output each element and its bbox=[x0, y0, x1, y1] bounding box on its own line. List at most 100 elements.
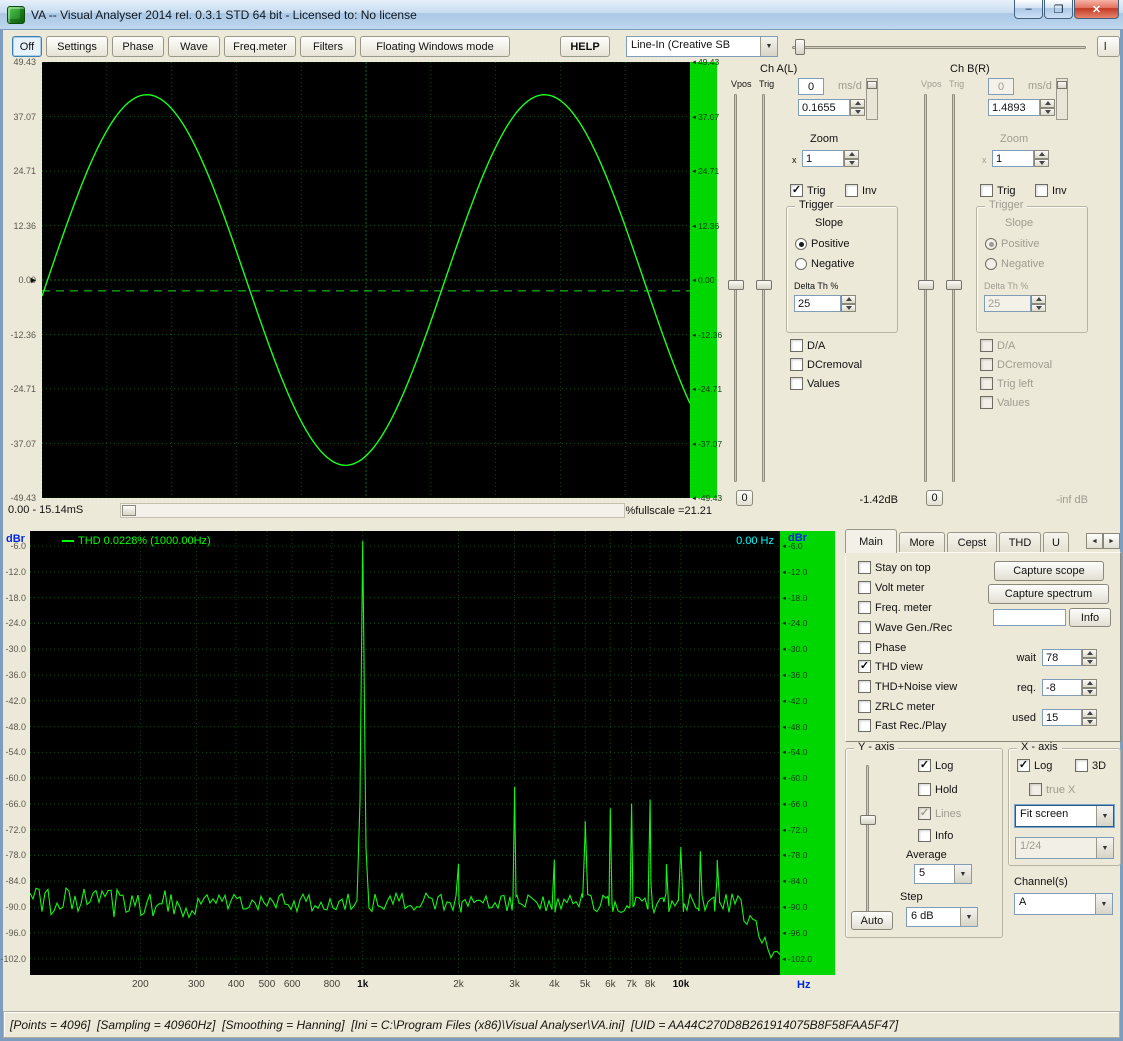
stay-on-top-checkbox[interactable]: Stay on top bbox=[858, 561, 931, 574]
channel-a-zoom-spinner[interactable] bbox=[844, 150, 859, 167]
partial-toolbar-button[interactable]: l bbox=[1097, 36, 1120, 57]
y-log-checkbox[interactable]: Log bbox=[918, 759, 953, 772]
volt-meter-checkbox[interactable]: Volt meter bbox=[858, 581, 925, 594]
fast-rec-play-checkbox[interactable]: Fast Rec./Play bbox=[858, 719, 947, 732]
channel-a-zero-button[interactable]: 0 bbox=[736, 490, 753, 506]
used-spinner[interactable] bbox=[1082, 709, 1097, 726]
x-log-checkbox[interactable]: Log bbox=[1017, 759, 1052, 772]
channel-b-timediv-field[interactable]: 1.4893 bbox=[988, 99, 1040, 116]
channel-b-zoom-field[interactable]: 1 bbox=[992, 150, 1034, 167]
channel-a-values-checkbox[interactable]: Values bbox=[790, 377, 840, 390]
channel-b-timediv-spinner[interactable] bbox=[1040, 99, 1055, 116]
off-button[interactable]: Off bbox=[12, 36, 42, 57]
tab-main[interactable]: Main bbox=[845, 529, 897, 553]
tab-cepst[interactable]: Cepst bbox=[947, 532, 997, 553]
channel-a-timediv-spinner[interactable] bbox=[850, 99, 865, 116]
channel-a-da-checkbox[interactable]: D/A bbox=[790, 339, 825, 352]
info-button[interactable]: Info bbox=[1069, 608, 1111, 627]
channel-a-vpos-slider[interactable] bbox=[728, 92, 744, 484]
title-bar[interactable]: VA -- Visual Analyser 2014 rel. 0.3.1 ST… bbox=[0, 0, 1123, 30]
scope-h-scrollbar[interactable] bbox=[120, 503, 625, 518]
auto-button[interactable]: Auto bbox=[851, 911, 893, 930]
filters-button[interactable]: Filters bbox=[300, 36, 356, 57]
channel-b-zero-button[interactable]: 0 bbox=[926, 490, 943, 506]
channel-a-msd-value[interactable]: 0 bbox=[798, 78, 824, 95]
channel-b-msd-value[interactable]: 0 bbox=[988, 78, 1014, 95]
channel-a-msd-slider[interactable] bbox=[866, 78, 878, 120]
dropdown-arrow-icon[interactable] bbox=[960, 908, 977, 926]
channel-a-timediv-field[interactable]: 0.1655 bbox=[798, 99, 850, 116]
help-button[interactable]: HELP bbox=[560, 36, 610, 57]
channel-b-zoom-spinner[interactable] bbox=[1034, 150, 1049, 167]
tab-more[interactable]: More bbox=[899, 532, 945, 553]
average-select[interactable]: 5 bbox=[914, 864, 972, 884]
slider-thumb[interactable] bbox=[728, 280, 744, 290]
step-select[interactable]: 6 dB bbox=[906, 907, 978, 927]
floating-windows-button[interactable]: Floating Windows mode bbox=[360, 36, 510, 57]
slope-positive-radio[interactable]: Positive bbox=[795, 238, 850, 250]
x-3d-checkbox[interactable]: 3D bbox=[1075, 759, 1106, 772]
y-axis-slider[interactable] bbox=[860, 763, 876, 915]
used-field[interactable]: 15 bbox=[1042, 709, 1082, 726]
slider-thumb[interactable] bbox=[918, 280, 934, 290]
channel-b-vpos-slider[interactable] bbox=[918, 92, 934, 484]
thd-view-checkbox[interactable]: THD view bbox=[858, 660, 923, 673]
channel-a-dcremoval-checkbox[interactable]: DCremoval bbox=[790, 358, 862, 371]
y-hold-checkbox[interactable]: Hold bbox=[918, 783, 958, 796]
settings-button[interactable]: Settings bbox=[46, 36, 108, 57]
delta-th-spinner[interactable] bbox=[841, 295, 856, 312]
tab-scroll-right-button[interactable] bbox=[1103, 533, 1120, 549]
slider-thumb[interactable] bbox=[946, 280, 962, 290]
scope-scroll-thumb[interactable] bbox=[122, 505, 136, 516]
slider-track[interactable] bbox=[792, 46, 1086, 49]
req-spinner[interactable] bbox=[1082, 679, 1097, 696]
channel-a-zoom-field[interactable]: 1 bbox=[802, 150, 844, 167]
slider-thumb[interactable] bbox=[795, 39, 805, 55]
delta-th-field[interactable]: 25 bbox=[794, 295, 841, 312]
slope-negative-radio[interactable]: Negative bbox=[795, 258, 854, 270]
freq-meter-button[interactable]: Freq.meter bbox=[224, 36, 296, 57]
input-device-select[interactable]: Line-In (Creative SB bbox=[626, 36, 778, 57]
tab-scroll-left-button[interactable] bbox=[1086, 533, 1103, 549]
wave-gen-checkbox[interactable]: Wave Gen./Rec bbox=[858, 621, 952, 634]
thd-noise-view-checkbox[interactable]: THD+Noise view bbox=[858, 680, 957, 693]
slider-thumb[interactable] bbox=[1057, 81, 1067, 89]
phase-checkbox[interactable]: Phase bbox=[858, 641, 906, 654]
req-field[interactable]: -8 bbox=[1042, 679, 1082, 696]
dropdown-arrow-icon[interactable] bbox=[954, 865, 971, 883]
slider-thumb[interactable] bbox=[860, 815, 876, 825]
channel-b-msd-slider[interactable] bbox=[1056, 78, 1068, 120]
y-info-checkbox[interactable]: Info bbox=[918, 829, 953, 842]
dropdown-arrow-icon[interactable] bbox=[1095, 894, 1112, 914]
phase-button[interactable]: Phase bbox=[112, 36, 164, 57]
channel-select[interactable]: A bbox=[1014, 893, 1113, 915]
tab-u-clipped[interactable]: U bbox=[1043, 532, 1069, 553]
dropdown-arrow-icon[interactable] bbox=[760, 37, 777, 56]
channel-b-trig-left-checkbox[interactable]: Trig left bbox=[980, 377, 1033, 390]
channel-b-dcremoval-checkbox[interactable]: DCremoval bbox=[980, 358, 1052, 371]
freq-meter-checkbox[interactable]: Freq. meter bbox=[858, 601, 932, 614]
channel-a-trig-checkbox[interactable]: Trig bbox=[790, 184, 826, 197]
channel-a-inv-checkbox[interactable]: Inv bbox=[845, 184, 877, 197]
zrlc-meter-checkbox[interactable]: ZRLC meter bbox=[858, 700, 935, 713]
minimize-button[interactable]: – bbox=[1014, 0, 1043, 19]
wave-button[interactable]: Wave bbox=[168, 36, 220, 57]
slider-thumb[interactable] bbox=[756, 280, 772, 290]
toolbar-slider[interactable] bbox=[792, 38, 1086, 56]
channel-a-trig-slider[interactable] bbox=[756, 92, 772, 484]
channel-b-trig-slider[interactable] bbox=[946, 92, 962, 484]
wait-spinner[interactable] bbox=[1082, 649, 1097, 666]
maximize-button[interactable]: ❐ bbox=[1044, 0, 1073, 19]
fit-screen-select[interactable]: Fit screen bbox=[1015, 805, 1114, 827]
channel-b-da-checkbox[interactable]: D/A bbox=[980, 339, 1015, 352]
close-button[interactable]: ✕ bbox=[1074, 0, 1119, 19]
wait-field[interactable]: 78 bbox=[1042, 649, 1082, 666]
dropdown-arrow-icon[interactable] bbox=[1096, 806, 1113, 826]
channel-b-trig-checkbox[interactable]: Trig bbox=[980, 184, 1016, 197]
capture-spectrum-button[interactable]: Capture spectrum bbox=[988, 584, 1109, 604]
channel-b-values-checkbox[interactable]: Values bbox=[980, 396, 1030, 409]
tab-thd[interactable]: THD bbox=[999, 532, 1041, 553]
slider-thumb[interactable] bbox=[867, 81, 877, 89]
channel-b-inv-checkbox[interactable]: Inv bbox=[1035, 184, 1067, 197]
capture-scope-button[interactable]: Capture scope bbox=[994, 561, 1104, 581]
